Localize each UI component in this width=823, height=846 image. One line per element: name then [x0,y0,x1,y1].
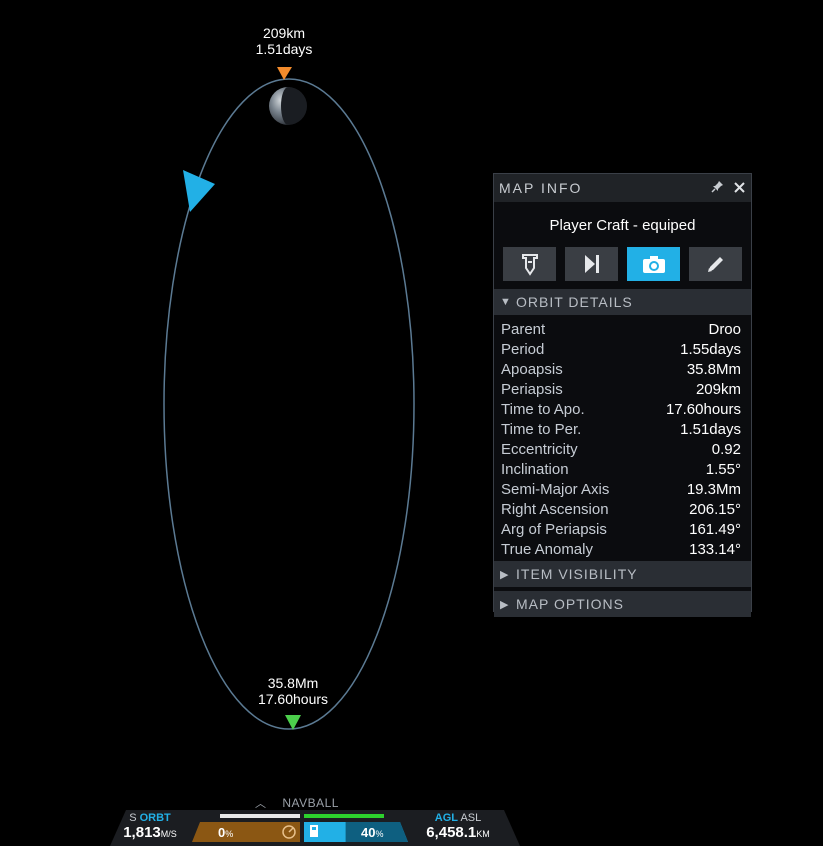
detail-label: Time to Per. [501,420,582,438]
detail-label: Arg of Periapsis [501,520,607,538]
alt-mode-asl[interactable]: ASL [460,812,481,824]
throttle-readout[interactable]: 0% [218,825,233,840]
orbit-details-list: Parent Droo Period 1.55days Apoapsis 35.8Mm Pe… [494,315,751,559]
speed-value: 1,813 [123,824,161,841]
map-options-title: MAP OPTIONS [516,596,624,612]
periapsis-distance: 209km [262,25,306,41]
orbit-detail-row: Parent Droo [501,319,741,339]
map-options-section[interactable]: ▶ MAP OPTIONS [494,591,751,617]
detail-label: Periapsis [501,380,563,398]
fuel-readout: 40% [361,825,383,840]
detail-value: 35.8Mm [686,360,741,378]
speed-readout[interactable]: S ORBT 1,813M/S [120,812,180,841]
craft-name: Player Craft - equiped [549,217,696,234]
fuel-pump-icon [310,825,318,837]
orbit-path [163,78,415,730]
detail-label: Apoapsis [501,360,563,378]
close-icon[interactable] [734,180,745,196]
detail-label: Period [501,340,545,358]
apoapsis-time: 17.60hours [257,691,329,707]
panel-titlebar[interactable]: MAP INFO [494,174,751,202]
alt-mode-agl[interactable]: AGL [435,812,458,824]
item-visibility-section[interactable]: ▶ ITEM VISIBILITY [494,561,751,587]
altitude-readout[interactable]: AGL ASL 6,458.1KM [418,812,498,841]
item-visibility-title: ITEM VISIBILITY [516,566,638,582]
detail-label: Parent [501,320,546,338]
navball-label: NAVBALL [282,796,339,810]
orbit-detail-row: Time to Apo. 17.60hours [501,399,741,419]
apoapsis-distance: 35.8Mm [267,675,319,691]
orbit-detail-row: Eccentricity 0.92 [501,439,741,459]
periapsis-marker-icon[interactable] [277,67,292,80]
detail-value: 17.60hours [665,400,741,418]
detail-value: 161.49° [689,520,741,538]
speed-mode: ORBT [139,812,171,824]
map-info-panel: MAP INFO Player Craft - equiped ▼ ORBIT … [493,173,752,617]
periapsis-label: 209km 1.51days [234,25,334,57]
detail-label: Semi-Major Axis [501,480,610,498]
planet-icon[interactable] [269,87,307,125]
detail-value: 19.3Mm [686,480,741,498]
speed-unit: M/S [160,829,177,839]
skip-button[interactable] [565,247,618,281]
detail-value: 1.51days [680,420,741,438]
orbit-detail-row: Apoapsis 35.8Mm [501,359,741,379]
chevron-up-icon: ︿ [255,798,267,810]
pencil-icon [707,257,723,272]
altitude-value: 6,458.1 [426,824,477,841]
throttle-unit: % [225,829,234,839]
camera-button[interactable] [627,247,680,281]
expand-arrow-icon: ▶ [500,598,510,611]
detail-label: True Anomaly [501,540,593,558]
periapsis-time: 1.51days [255,41,313,57]
orbit-detail-row: Periapsis 209km [501,379,741,399]
orbit-detail-row: Time to Per. 1.51days [501,419,741,439]
orbit-details-title: ORBIT DETAILS [516,294,633,310]
craft-button[interactable] [503,247,556,281]
flight-hud: ︿ NAVBALL ︿ S ORBT 1,813M/S 0% 40% [0,790,823,846]
orbit-detail-row: Semi-Major Axis 19.3Mm [501,479,741,499]
orbit-detail-row: Arg of Periapsis 161.49° [501,519,741,539]
skip-forward-icon [584,255,599,273]
fuel-value: 40 [361,825,376,840]
craft-icon [521,254,538,276]
orbit-detail-row: Inclination 1.55° [501,459,741,479]
panel-title: MAP INFO [499,180,583,196]
altitude-unit: KM [476,829,490,839]
edit-button[interactable] [689,247,742,281]
detail-value: Droo [708,320,741,338]
pin-icon[interactable] [711,180,724,196]
orbit-detail-row: Period 1.55days [501,339,741,359]
camera-icon [642,256,665,273]
detail-value: 209km [695,380,741,398]
detail-label: Right Ascension [501,500,609,518]
apoapsis-label: 35.8Mm 17.60hours [243,675,343,707]
orbit-details-section[interactable]: ▼ ORBIT DETAILS [494,289,751,315]
detail-value: 0.92 [711,440,741,458]
collapse-arrow-icon: ▼ [500,296,512,308]
detail-value: 133.14° [689,540,741,558]
expand-arrow-icon: ▶ [500,568,510,581]
craft-marker-icon[interactable] [183,170,215,212]
speed-mode-s: S [129,812,137,824]
panel-button-row [494,247,751,281]
detail-label: Time to Apo. [501,400,585,418]
orbit-detail-row: Right Ascension 206.15° [501,499,741,519]
orbit-detail-row: True Anomaly 133.14° [501,539,741,559]
detail-label: Eccentricity [501,440,578,458]
fuel-unit: % [375,829,384,839]
detail-value: 1.55° [705,460,741,478]
detail-value: 1.55days [680,340,741,358]
detail-value: 206.15° [689,500,741,518]
detail-label: Inclination [501,460,569,478]
